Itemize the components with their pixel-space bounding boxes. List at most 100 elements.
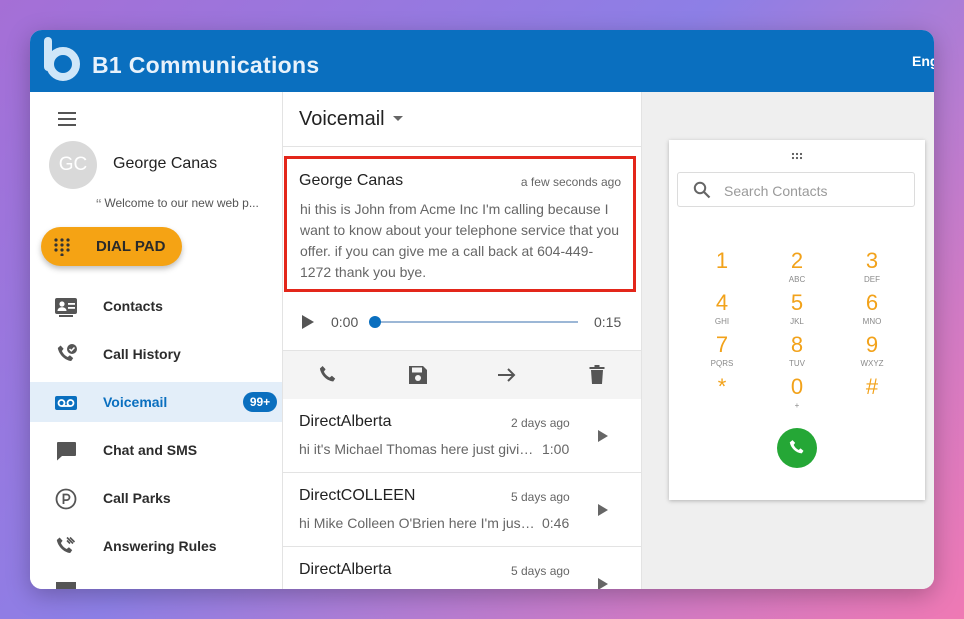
key-letters: MNO bbox=[862, 317, 882, 326]
voicemail-list-item[interactable]: DirectAlberta 2 days ago hi it's Michael… bbox=[283, 399, 641, 473]
play-icon[interactable] bbox=[597, 429, 609, 443]
key-letters: PQRS bbox=[710, 359, 734, 368]
dial-key-9[interactable]: 9 WXYZ bbox=[842, 332, 902, 372]
key-digit: 2 bbox=[790, 248, 804, 273]
playback-slider-handle[interactable] bbox=[369, 316, 381, 328]
voicemail-preview: hi Mike Colleen O'Brien here I'm just ca… bbox=[299, 515, 535, 531]
app-window: B1 Communications Eng GC George Canas “W… bbox=[30, 30, 934, 589]
voicemail-actions-toolbar bbox=[283, 350, 641, 400]
key-digit: 8 bbox=[790, 332, 804, 357]
key-letters: WXYZ bbox=[860, 359, 884, 368]
dial-pad-label: DIAL PAD bbox=[96, 238, 166, 255]
caller-name: DirectAlberta bbox=[299, 561, 392, 578]
dial-key-8[interactable]: 8 TUV bbox=[767, 332, 827, 372]
search-icon bbox=[693, 181, 711, 199]
caller-name: DirectCOLLEEN bbox=[299, 487, 416, 504]
divider bbox=[283, 146, 641, 147]
sidebar-item-label: Call Parks bbox=[103, 490, 171, 506]
sidebar-item-voicemail[interactable]: Voicemail 99+ bbox=[30, 382, 282, 422]
play-icon[interactable] bbox=[597, 577, 609, 589]
dialer-widget: 1 2 ABC 3 DEF 4 GHI 5 JKL 6 MNO 7 PQRS 8 TUV 9 W… bbox=[669, 140, 925, 500]
language-selector[interactable]: Eng bbox=[912, 53, 934, 69]
voicemail-list-item[interactable]: DirectAlberta 5 days ago bbox=[283, 547, 641, 589]
dial-key-5[interactable]: 5 JKL bbox=[767, 290, 827, 330]
chevron-down-icon bbox=[392, 116, 403, 121]
sidebar-more-icon[interactable] bbox=[56, 582, 76, 589]
voicemail-panel: Voicemail George Canas a few seconds ago… bbox=[283, 92, 642, 589]
dial-key-1[interactable]: 1 bbox=[692, 248, 752, 288]
caller-name: DirectAlberta bbox=[299, 413, 392, 430]
playback-duration: 0:15 bbox=[594, 314, 622, 330]
voicemail-timestamp: a few seconds ago bbox=[520, 175, 621, 189]
save-icon[interactable] bbox=[406, 363, 430, 387]
key-digit: 3 bbox=[865, 248, 879, 273]
voicemail-count-badge: 99+ bbox=[243, 392, 277, 412]
selected-voicemail-card[interactable]: George Canas a few seconds ago hi this i… bbox=[284, 156, 636, 292]
call-parks-icon bbox=[55, 488, 77, 510]
brand-name: B1 Communications bbox=[92, 52, 320, 78]
key-digit: 5 bbox=[790, 290, 804, 315]
voicemail-preview: hi it's Michael Thomas here just giving … bbox=[299, 441, 535, 457]
forward-icon[interactable] bbox=[495, 363, 519, 387]
dial-key-star[interactable]: * bbox=[692, 374, 752, 414]
voicemail-timestamp: 5 days ago bbox=[511, 564, 570, 578]
voicemail-timestamp: 2 days ago bbox=[511, 416, 570, 430]
page-title: Voicemail bbox=[299, 108, 385, 130]
key-letters: JKL bbox=[790, 317, 804, 326]
sidebar-item-contacts[interactable]: Contacts bbox=[30, 286, 282, 326]
voicemail-duration: 0:46 bbox=[542, 515, 570, 531]
drag-handle-icon[interactable] bbox=[791, 152, 803, 160]
welcome-text: Welcome to our new web p... bbox=[104, 196, 259, 210]
dial-key-3[interactable]: 3 DEF bbox=[842, 248, 902, 288]
sidebar-item-label: Contacts bbox=[103, 298, 163, 314]
key-digit: # bbox=[865, 374, 879, 399]
user-name: George Canas bbox=[113, 155, 218, 172]
search-contacts-input[interactable] bbox=[722, 179, 912, 203]
sidebar-item-call-history[interactable]: Call History bbox=[30, 334, 282, 374]
voicemail-filter-dropdown[interactable]: Voicemail bbox=[299, 108, 403, 131]
voicemail-transcript: hi this is John from Acme Inc I'm callin… bbox=[300, 201, 620, 280]
dial-pad-button[interactable]: DIAL PAD bbox=[41, 227, 182, 266]
dial-key-7[interactable]: 7 PQRS bbox=[692, 332, 752, 372]
call-button[interactable] bbox=[777, 428, 817, 468]
sidebar-item-label: Call History bbox=[103, 346, 181, 362]
call-history-icon bbox=[57, 344, 77, 361]
chat-icon bbox=[57, 442, 76, 461]
key-letters: DEF bbox=[864, 275, 880, 284]
dial-key-4[interactable]: 4 GHI bbox=[692, 290, 752, 330]
sidebar-item-answering-rules[interactable]: Answering Rules bbox=[30, 526, 282, 566]
key-letters: TUV bbox=[789, 359, 805, 368]
avatar[interactable]: GC bbox=[49, 141, 97, 189]
voicemail-list-item[interactable]: DirectCOLLEEN 5 days ago hi Mike Colleen… bbox=[283, 473, 641, 547]
sidebar-item-label: Answering Rules bbox=[103, 538, 217, 554]
sidebar-item-chat-and-sms[interactable]: Chat and SMS bbox=[30, 430, 282, 470]
sidebar: GC George Canas “Welcome to our new web … bbox=[30, 92, 283, 589]
caller-name: George Canas bbox=[299, 172, 404, 189]
playback-progress-bar[interactable] bbox=[374, 321, 578, 323]
key-letters: GHI bbox=[714, 317, 730, 326]
key-digit: 9 bbox=[865, 332, 879, 357]
audio-player: 0:00 0:15 bbox=[283, 300, 641, 350]
sidebar-item-label: Voicemail bbox=[103, 394, 168, 410]
phone-icon bbox=[789, 440, 804, 454]
dial-key-hash[interactable]: # bbox=[842, 374, 902, 414]
playback-current-time: 0:00 bbox=[331, 314, 359, 330]
dial-key-2[interactable]: 2 ABC bbox=[767, 248, 827, 288]
menu-icon[interactable] bbox=[58, 112, 76, 126]
play-icon[interactable] bbox=[301, 314, 315, 330]
sidebar-item-call-parks[interactable]: Call Parks bbox=[30, 478, 282, 518]
dialer-area: 1 2 ABC 3 DEF 4 GHI 5 JKL 6 MNO 7 PQRS 8 TUV 9 W… bbox=[642, 92, 934, 589]
key-digit: 4 bbox=[715, 290, 729, 315]
dial-key-6[interactable]: 6 MNO bbox=[842, 290, 902, 330]
play-icon[interactable] bbox=[597, 503, 609, 517]
voicemail-duration: 1:00 bbox=[542, 441, 570, 457]
key-digit: 7 bbox=[715, 332, 729, 357]
key-digit: 0 bbox=[790, 374, 804, 399]
call-back-icon[interactable] bbox=[316, 363, 340, 387]
voicemail-icon bbox=[55, 396, 77, 410]
dial-key-0[interactable]: 0 + bbox=[767, 374, 827, 414]
top-bar: B1 Communications Eng bbox=[30, 30, 934, 92]
contact-search-box bbox=[677, 172, 915, 207]
delete-icon[interactable] bbox=[585, 363, 609, 387]
key-letters: ABC bbox=[788, 275, 806, 284]
